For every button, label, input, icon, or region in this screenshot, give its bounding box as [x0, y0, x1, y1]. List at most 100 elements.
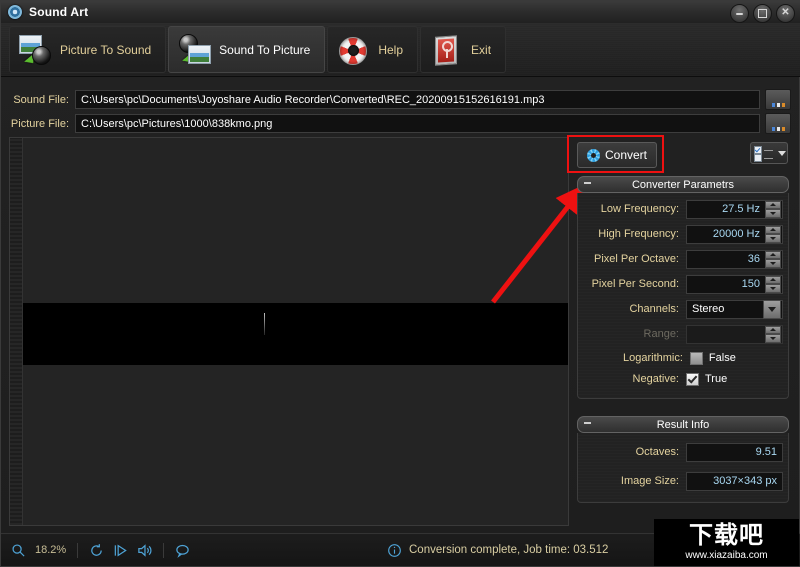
picture-file-browse-button[interactable] [765, 113, 791, 134]
close-button[interactable]: ✕ [776, 4, 795, 23]
canvas-vertical-scrollbar[interactable] [10, 138, 23, 525]
pixel-per-second-stepper[interactable] [765, 275, 781, 293]
canvas-viewport [23, 138, 568, 525]
status-message: Conversion complete, Job time: 03.512 [409, 544, 609, 556]
pixel-per-octave-label: Pixel Per Octave: [594, 253, 679, 265]
pixel-per-second-label: Pixel Per Second: [591, 278, 679, 290]
watermark-text: 下载吧 [689, 522, 764, 549]
playback-group [77, 542, 163, 558]
title-bar: Sound Art ✕ [1, 1, 800, 24]
picture-to-sound-icon [18, 33, 52, 67]
range-label: Range: [643, 328, 679, 340]
window-controls: ✕ [730, 4, 795, 23]
octaves-field: 9.51 [686, 442, 783, 462]
negative-checkbox[interactable] [686, 372, 699, 386]
info-icon [388, 543, 401, 557]
param-row-pixel-per-octave: Pixel Per Octave: 36 [583, 249, 783, 269]
watermark-url: www.xiazaiba.com [685, 550, 768, 561]
list-options-button[interactable] [750, 142, 788, 164]
picture-file-row: Picture File: C:\Users\pc\Pictures\1000\… [9, 113, 791, 134]
sound-to-picture-icon [177, 33, 212, 67]
zoom-level: 18.2% [35, 544, 67, 556]
result-info-panel: Result Info Octaves: 9.51 Image Size: 30… [577, 416, 789, 503]
image-size-value: 3037×343 px [713, 475, 777, 487]
low-frequency-field[interactable]: 27.5 Hz [686, 199, 783, 219]
magnifier-icon[interactable] [11, 543, 26, 558]
tab-exit[interactable]: Exit [420, 26, 507, 73]
channels-label: Channels: [629, 303, 679, 315]
pixel-per-second-field[interactable]: 150 [686, 274, 783, 294]
result-row-octaves: Octaves: 9.51 [583, 442, 783, 462]
range-field [686, 324, 783, 344]
lifebuoy-icon [336, 33, 370, 67]
param-row-channels: Channels: Stereo [583, 299, 783, 319]
spectrogram-image [23, 303, 568, 365]
zoom-group: 18.2% [11, 543, 77, 558]
status-message-group: Conversion complete, Job time: 03.512 [387, 534, 608, 566]
converter-parameters-header[interactable]: Converter Parametrs [577, 176, 789, 193]
result-info-body: Octaves: 9.51 Image Size: 3037×343 px [577, 433, 789, 503]
tab-picture-to-sound[interactable]: Picture To Sound [9, 26, 167, 73]
octaves-value: 9.51 [755, 446, 777, 458]
low-frequency-value: 27.5 Hz [722, 203, 760, 215]
maximize-button[interactable] [753, 4, 772, 23]
high-frequency-stepper[interactable] [765, 225, 781, 243]
converter-parameters-body: Low Frequency: 27.5 Hz High Frequency: 2… [577, 193, 789, 399]
tab-help[interactable]: Help [327, 26, 419, 73]
pixel-per-octave-field[interactable]: 36 [686, 249, 783, 269]
convert-button[interactable]: Convert [577, 142, 657, 168]
result-info-header[interactable]: Result Info [577, 416, 789, 433]
power-switch-icon [429, 33, 463, 67]
octaves-label: Octaves: [635, 446, 679, 458]
negative-label: Negative: [632, 373, 679, 385]
pixel-per-second-value: 150 [741, 278, 760, 290]
sound-file-browse-button[interactable] [765, 89, 791, 110]
collapse-icon[interactable] [584, 422, 591, 424]
high-frequency-field[interactable]: 20000 Hz [686, 224, 783, 244]
tab-sound-to-picture[interactable]: Sound To Picture [168, 26, 326, 73]
sound-art-window: Sound Art ✕ Picture To Sound Sound To Pi… [0, 0, 800, 567]
tab-sound-to-picture-label: Sound To Picture [219, 42, 311, 57]
picture-file-input[interactable]: C:\Users\pc\Pictures\1000\838kmo.png [75, 114, 760, 133]
picture-file-label: Picture File: [10, 117, 69, 130]
comment-group [163, 542, 201, 558]
image-size-label: Image Size: [620, 475, 679, 487]
tab-picture-to-sound-label: Picture To Sound [60, 42, 152, 57]
tab-exit-label: Exit [471, 42, 492, 57]
speaker-icon[interactable] [137, 543, 152, 558]
play-step-icon[interactable] [113, 543, 128, 558]
high-frequency-value: 20000 Hz [712, 228, 760, 240]
site-watermark: 下载吧 www.xiazaiba.com [654, 519, 799, 566]
image-size-field: 3037×343 px [686, 471, 783, 491]
minimize-button[interactable] [730, 4, 749, 23]
logarithmic-label: Logarithmic: [623, 352, 683, 364]
status-bar-left: 18.2% [1, 542, 201, 558]
window-title: Sound Art [29, 5, 89, 19]
chevron-down-icon[interactable] [763, 299, 781, 319]
app-gear-icon [8, 5, 22, 19]
gear-icon [586, 148, 600, 162]
low-frequency-label: Low Frequency: [600, 203, 679, 215]
pixel-per-octave-stepper[interactable] [765, 250, 781, 268]
result-row-image-size: Image Size: 3037×343 px [583, 471, 783, 491]
range-stepper [765, 325, 781, 343]
param-row-logarithmic: Logarithmic: False [583, 349, 783, 367]
pixel-per-octave-value: 36 [747, 253, 760, 265]
result-info-title: Result Info [656, 418, 710, 431]
high-frequency-label: High Frequency: [598, 228, 679, 240]
low-frequency-stepper[interactable] [765, 200, 781, 218]
comment-icon[interactable] [175, 543, 190, 558]
tab-help-label: Help [378, 42, 404, 57]
collapse-icon[interactable] [584, 182, 591, 184]
sound-file-input[interactable]: C:\Users\pc\Documents\Joyoshare Audio Re… [75, 90, 760, 109]
logarithmic-value: False [708, 352, 736, 364]
refresh-icon[interactable] [89, 543, 104, 558]
channels-value: Stereo [692, 303, 725, 315]
sound-file-label: Sound File: [13, 93, 69, 106]
channels-select[interactable]: Stereo [686, 299, 783, 319]
main-toolbar: Picture To Sound Sound To Picture Help E… [1, 23, 800, 77]
logarithmic-checkbox[interactable] [689, 351, 703, 365]
image-preview-canvas[interactable] [9, 137, 569, 526]
convert-button-label: Convert [604, 148, 648, 162]
param-row-range: Range: [583, 324, 783, 344]
